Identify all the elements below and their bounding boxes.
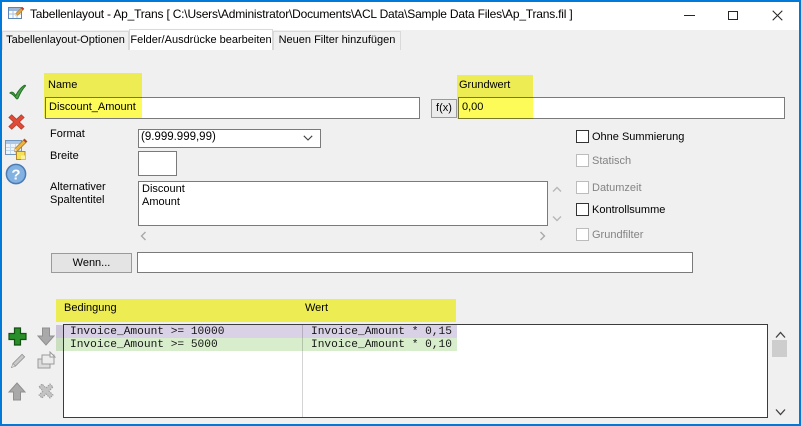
svg-text:?: ? [11,167,20,184]
